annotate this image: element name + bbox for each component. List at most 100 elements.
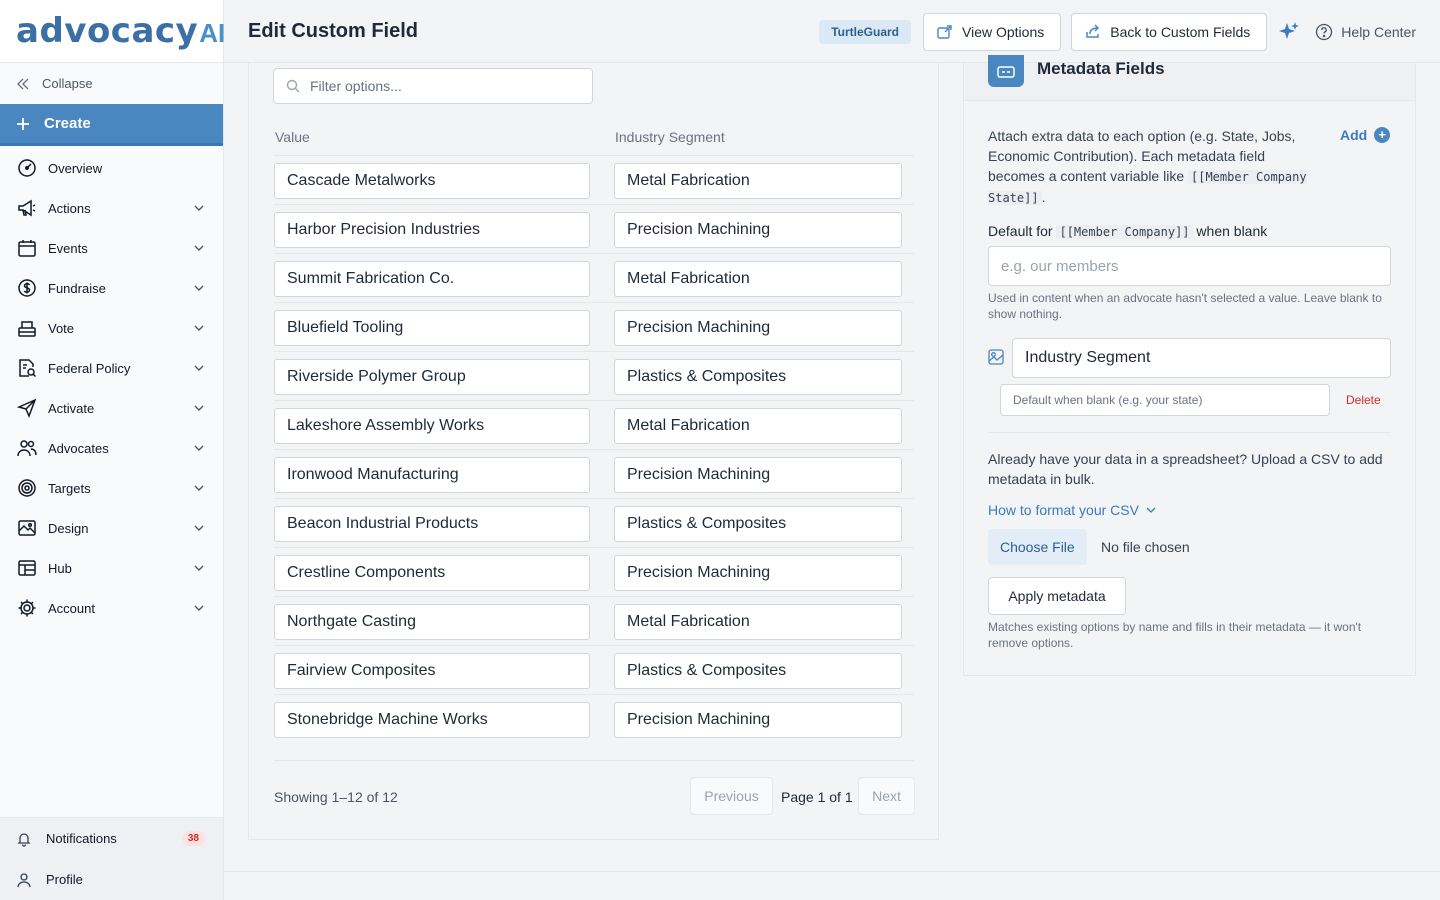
collapse-button[interactable]: Collapse bbox=[0, 63, 223, 104]
filter-options-input[interactable]: Filter options... bbox=[273, 68, 593, 104]
option-value: Summit Fabrication Co. bbox=[287, 270, 455, 287]
option-segment: Metal Fabrication bbox=[627, 172, 750, 189]
sidebar-item-label: Vote bbox=[48, 320, 75, 336]
option-segment-input[interactable]: Plastics & Composites bbox=[614, 506, 902, 542]
chevron-down-icon bbox=[194, 525, 204, 531]
notifications-count-badge: 38 bbox=[181, 831, 205, 846]
option-value-input[interactable]: Cascade Metalworks bbox=[274, 163, 590, 199]
help-center-label: Help Center bbox=[1341, 24, 1416, 40]
sidebar-item-overview[interactable]: Overview bbox=[0, 148, 223, 188]
help-center-link[interactable]: Help Center bbox=[1315, 23, 1416, 41]
plus-icon bbox=[17, 117, 29, 130]
create-label: Create bbox=[44, 115, 91, 132]
chevron-down-icon bbox=[194, 605, 204, 611]
option-segment: Plastics & Composites bbox=[627, 368, 787, 385]
option-value-input[interactable]: Bluefield Tooling bbox=[274, 310, 590, 346]
logo-ai-text: AI bbox=[199, 17, 226, 48]
option-value-input[interactable]: Ironwood Manufacturing bbox=[274, 457, 590, 493]
option-segment-input[interactable]: Precision Machining bbox=[614, 555, 902, 591]
option-segment-input[interactable]: Precision Machining bbox=[614, 212, 902, 248]
user-icon bbox=[17, 872, 31, 887]
brand-logo[interactable]: advocacy AI bbox=[0, 0, 226, 63]
option-value-input[interactable]: Stonebridge Machine Works bbox=[274, 702, 590, 738]
next-button[interactable]: Next bbox=[858, 777, 915, 815]
sidebar: advocacy AI Collapse Create Overview Acti… bbox=[0, 0, 226, 900]
view-options-label: View Options bbox=[962, 24, 1045, 40]
browser-icon bbox=[16, 557, 38, 579]
table-row: Beacon Industrial Products Plastics & Com… bbox=[274, 498, 914, 547]
ballot-box-icon bbox=[16, 317, 38, 339]
profile-link[interactable]: Profile bbox=[0, 859, 223, 900]
option-value: Fairview Composites bbox=[287, 662, 436, 679]
csv-format-toggle[interactable]: How to format your CSV bbox=[988, 502, 1157, 518]
delete-field-button[interactable]: Delete bbox=[1346, 393, 1381, 407]
ai-sparkle-icon[interactable] bbox=[1277, 20, 1301, 44]
notifications-label: Notifications bbox=[46, 831, 117, 846]
column-header-segment: Industry Segment bbox=[615, 129, 725, 145]
sidebar-item-hub[interactable]: Hub bbox=[0, 548, 223, 588]
option-value-input[interactable]: Northgate Casting bbox=[274, 604, 590, 640]
sidebar-item-label: Fundraise bbox=[48, 280, 106, 296]
field-tag-icon[interactable] bbox=[988, 349, 1004, 365]
option-segment-input[interactable]: Metal Fabrication bbox=[614, 261, 902, 297]
palette-icon bbox=[16, 517, 38, 539]
plus-circle-icon: + bbox=[1374, 127, 1391, 143]
option-segment-input[interactable]: Metal Fabrication bbox=[614, 604, 902, 640]
sidebar-item-label: Account bbox=[48, 600, 95, 616]
option-value-input[interactable]: Fairview Composites bbox=[274, 653, 590, 689]
option-segment-input[interactable]: Precision Machining bbox=[614, 310, 902, 346]
option-segment: Precision Machining bbox=[627, 564, 771, 581]
chevron-down-icon bbox=[194, 365, 204, 371]
sidebar-item-label: Federal Policy bbox=[48, 360, 131, 376]
option-value: Harbor Precision Industries bbox=[287, 221, 480, 238]
page-header: Edit Custom Field TurtleGuard View Optio… bbox=[224, 0, 1440, 63]
footer bbox=[224, 871, 1440, 900]
field-default-input[interactable]: Default when blank (e.g. your state) bbox=[1000, 384, 1330, 416]
default-field-label: Default for [[Member Company]] when blan… bbox=[988, 223, 1267, 239]
default-when-blank-input[interactable]: e.g. our members bbox=[988, 246, 1391, 286]
previous-button[interactable]: Previous bbox=[690, 777, 773, 815]
sidebar-item-vote[interactable]: Vote bbox=[0, 308, 223, 348]
sidebar-item-advocates[interactable]: Advocates bbox=[0, 428, 223, 468]
option-segment-input[interactable]: Plastics & Composites bbox=[614, 653, 902, 689]
sidebar-item-fundraise[interactable]: Fundraise bbox=[0, 268, 223, 308]
metadata-field-name-input[interactable]: Industry Segment bbox=[1012, 338, 1391, 378]
sidebar-item-targets[interactable]: Targets bbox=[0, 468, 223, 508]
option-segment-input[interactable]: Metal Fabrication bbox=[614, 163, 902, 199]
table-row: Ironwood Manufacturing Precision Machinin… bbox=[274, 449, 914, 498]
option-segment: Metal Fabrication bbox=[627, 270, 750, 287]
option-segment-input[interactable]: Plastics & Composites bbox=[614, 359, 902, 395]
sidebar-item-account[interactable]: Account bbox=[0, 588, 223, 628]
sidebar-item-label: Overview bbox=[48, 160, 103, 176]
chevron-down-icon bbox=[1146, 507, 1156, 513]
sidebar-item-events[interactable]: Events bbox=[0, 228, 223, 268]
option-segment-input[interactable]: Metal Fabrication bbox=[614, 408, 902, 444]
option-value: Lakeshore Assembly Works bbox=[287, 417, 485, 434]
metadata-panel: Metadata Fields Attach extra data to eac… bbox=[963, 55, 1416, 676]
option-value-input[interactable]: Harbor Precision Industries bbox=[274, 212, 590, 248]
back-to-custom-fields-button[interactable]: Back to Custom Fields bbox=[1071, 13, 1268, 51]
sidebar-item-activate[interactable]: Activate bbox=[0, 388, 223, 428]
table-row: Summit Fabrication Co. Metal Fabrication bbox=[274, 253, 914, 302]
sidebar-item-federal-policy[interactable]: Federal Policy bbox=[0, 348, 223, 388]
notifications-link[interactable]: Notifications 38 bbox=[0, 818, 223, 859]
view-options-button[interactable]: View Options bbox=[923, 13, 1062, 51]
option-segment-input[interactable]: Precision Machining bbox=[614, 457, 902, 493]
option-value-input[interactable]: Beacon Industrial Products bbox=[274, 506, 590, 542]
create-button[interactable]: Create bbox=[0, 104, 223, 146]
option-value-input[interactable]: Lakeshore Assembly Works bbox=[274, 408, 590, 444]
option-value-input[interactable]: Summit Fabrication Co. bbox=[274, 261, 590, 297]
sidebar-item-actions[interactable]: Actions bbox=[0, 188, 223, 228]
option-value-input[interactable]: Crestline Components bbox=[274, 555, 590, 591]
choose-file-button[interactable]: Choose File bbox=[988, 529, 1087, 565]
option-value: Ironwood Manufacturing bbox=[287, 466, 459, 483]
table-row: Riverside Polymer Group Plastics & Compos… bbox=[274, 351, 914, 400]
table-row: Lakeshore Assembly Works Metal Fabricatio… bbox=[274, 400, 914, 449]
add-metadata-button[interactable]: Add + bbox=[1340, 127, 1391, 143]
logo-main-text: advocacy bbox=[16, 11, 199, 51]
option-value-input[interactable]: Riverside Polymer Group bbox=[274, 359, 590, 395]
sidebar-item-design[interactable]: Design bbox=[0, 508, 223, 548]
apply-metadata-button[interactable]: Apply metadata bbox=[988, 577, 1126, 615]
default-label-text: Default for bbox=[988, 223, 1057, 239]
option-segment-input[interactable]: Precision Machining bbox=[614, 702, 902, 738]
